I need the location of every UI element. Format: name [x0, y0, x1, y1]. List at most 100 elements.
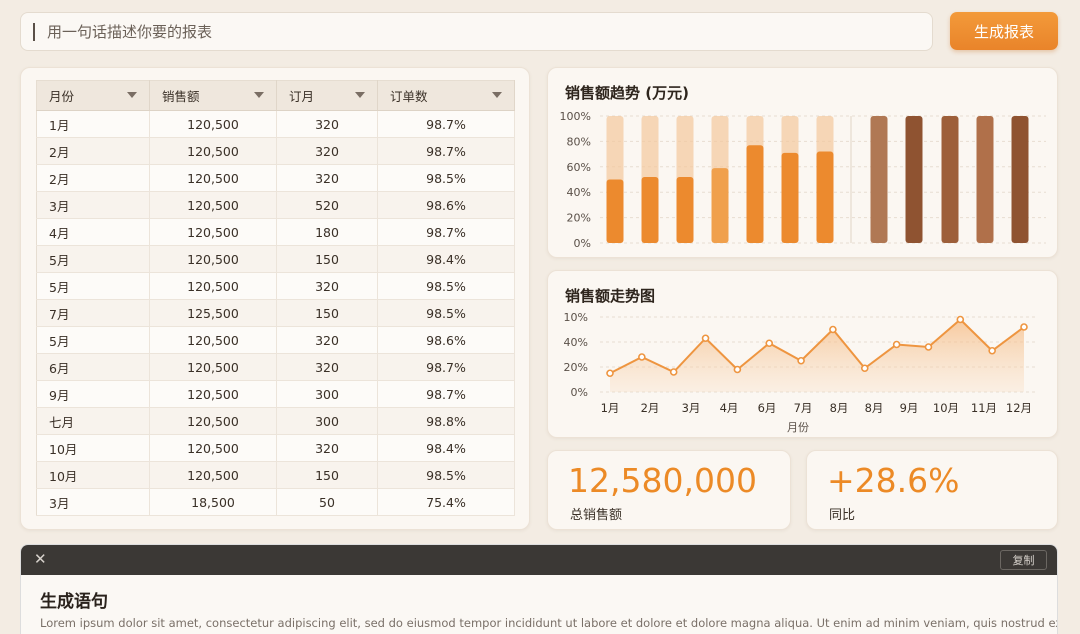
x-tick-label: 1月 — [601, 401, 620, 415]
kpi-total-sales: 12,580,000 总销售额 — [547, 450, 791, 530]
table-cell: 98.8% — [377, 407, 515, 435]
data-point — [733, 365, 742, 374]
table-cell: 98.7% — [377, 380, 515, 408]
table-cell: 98.7% — [377, 110, 515, 138]
table-cell: 10月 — [36, 434, 150, 462]
table-cell: 320 — [276, 326, 378, 354]
table-cell: 320 — [276, 110, 378, 138]
generate-report-button[interactable]: 生成报表 — [950, 12, 1058, 50]
area-fill — [610, 319, 1024, 392]
y-tick-label: 40% — [567, 186, 591, 199]
close-icon[interactable]: ✕ — [34, 550, 47, 568]
table-cell: 75.4% — [377, 488, 515, 516]
bar — [781, 152, 799, 243]
bar — [746, 145, 764, 243]
table-cell: 120,500 — [149, 326, 277, 354]
table-row: 1月 120,500 320 98.7% — [36, 110, 515, 138]
table-cell: 98.5% — [377, 461, 515, 489]
data-point — [765, 339, 774, 348]
data-point — [1020, 323, 1028, 331]
kpi-yoy: +28.6% 同比 — [806, 450, 1058, 530]
table-cell: 3月 — [36, 191, 150, 219]
column-header[interactable]: 月份 — [36, 80, 150, 111]
bar — [905, 116, 923, 243]
line-chart: 0% 20% 40% 10% 1月 2月 3月 4月 6月 7月 8月 8月 9月 10月 11月 12月月份 — [564, 311, 1036, 434]
table-cell: 120,500 — [149, 434, 277, 462]
table-row: 七月 120,500 300 98.8% — [36, 407, 515, 435]
table-cell: 98.5% — [377, 164, 515, 192]
y-tick-label: 100% — [560, 110, 591, 123]
table-cell: 120,500 — [149, 461, 277, 489]
search-placeholder: 用一句话描述你要的报表 — [47, 23, 213, 41]
kpi-yoy-label: 同比 — [829, 508, 856, 523]
table-row: 6月 120,500 320 98.7% — [36, 353, 515, 381]
column-header[interactable]: 销售额 — [149, 80, 277, 111]
kpi-yoy-value: +28.6% — [827, 461, 960, 500]
chevron-down-icon[interactable] — [127, 92, 137, 98]
bar — [870, 116, 888, 243]
table-cell: 4月 — [36, 218, 150, 246]
data-point — [924, 343, 933, 351]
data-table: 月份 销售额 订月 订单数 1月 120,500 320 98.7% 2月 120,500 320… — [36, 80, 515, 516]
bar-chart: 0% 20% 40% 60% 80% 100% — [560, 110, 1046, 250]
bar — [941, 116, 959, 243]
x-tick-label: 4月 — [720, 401, 739, 415]
table-cell: 1月 — [36, 110, 150, 138]
chevron-down-icon[interactable] — [492, 92, 502, 98]
table-cell: 120,500 — [149, 218, 277, 246]
table-cell: 120,500 — [149, 110, 277, 138]
table-cell: 300 — [276, 407, 378, 435]
table-header-row: 月份 销售额 订月 订单数 — [36, 80, 515, 111]
chevron-down-icon[interactable] — [355, 92, 365, 98]
data-point — [669, 368, 678, 376]
table-row: 4月 120,500 180 98.7% — [36, 218, 515, 246]
table-cell: 5月 — [36, 272, 150, 300]
y-tick-label: 10% — [564, 311, 588, 324]
table-cell: 98.4% — [377, 434, 515, 462]
table-cell: 120,500 — [149, 272, 277, 300]
x-tick-label: 8月 — [830, 401, 849, 415]
table-cell: 七月 — [36, 407, 150, 435]
table-cell: 125,500 — [149, 299, 277, 327]
bar — [606, 179, 624, 243]
table-cell: 120,500 — [149, 137, 277, 165]
data-point — [638, 353, 646, 361]
table-cell: 98.7% — [377, 353, 515, 381]
table-row: 2月 120,500 320 98.7% — [36, 137, 515, 165]
table-cell: 320 — [276, 434, 378, 462]
table-cell: 98.7% — [377, 137, 515, 165]
table-cell: 320 — [276, 164, 378, 192]
y-tick-label: 60% — [567, 161, 591, 174]
text-caret — [33, 22, 35, 41]
x-tick-label: 3月 — [682, 401, 701, 415]
table-cell: 320 — [276, 272, 378, 300]
data-point — [606, 369, 614, 378]
bar — [676, 176, 694, 243]
column-header[interactable]: 订单数 — [377, 80, 515, 111]
chevron-down-icon[interactable] — [254, 92, 264, 98]
search-input[interactable]: 用一句话描述你要的报表 — [20, 12, 933, 51]
y-tick-label: 20% — [564, 361, 588, 374]
data-point — [860, 364, 869, 373]
bar — [976, 116, 994, 243]
data-table-card: 月份 销售额 订月 订单数 1月 120,500 320 98.7% 2月 120,500 320… — [20, 67, 530, 530]
panel-title: 生成语句 — [40, 592, 108, 612]
table-cell: 7月 — [36, 299, 150, 327]
data-point — [701, 334, 710, 343]
copy-button[interactable]: 复制 — [1000, 550, 1047, 570]
x-tick-label: 8月 — [865, 401, 884, 415]
table-row: 9月 120,500 300 98.7% — [36, 380, 515, 408]
x-tick-label: 9月 — [900, 401, 919, 415]
panel-toolbar: ✕ 复制 — [21, 545, 1057, 575]
table-cell: 5月 — [36, 326, 150, 354]
line-chart-card: 销售额走势图 0% 20% 40% 10% 1月 2月 3月 4月 6月 7月 8月 8月 9月 10月 1… — [547, 270, 1058, 438]
table-cell: 6月 — [36, 353, 150, 381]
generated-statement-panel: ✕ 复制 生成语句 Lorem ipsum dolor sit amet, co… — [20, 544, 1058, 634]
x-tick-label: 6月 — [758, 401, 777, 415]
bar-chart-card: 销售额趋势 (万元) 0% 20% 40% 60% 80% 100% — [547, 67, 1058, 258]
table-cell: 120,500 — [149, 353, 277, 381]
x-tick-label: 7月 — [794, 401, 813, 415]
table-cell: 98.4% — [377, 245, 515, 273]
table-row: 5月 120,500 320 98.6% — [36, 326, 515, 354]
column-header[interactable]: 订月 — [276, 80, 378, 111]
